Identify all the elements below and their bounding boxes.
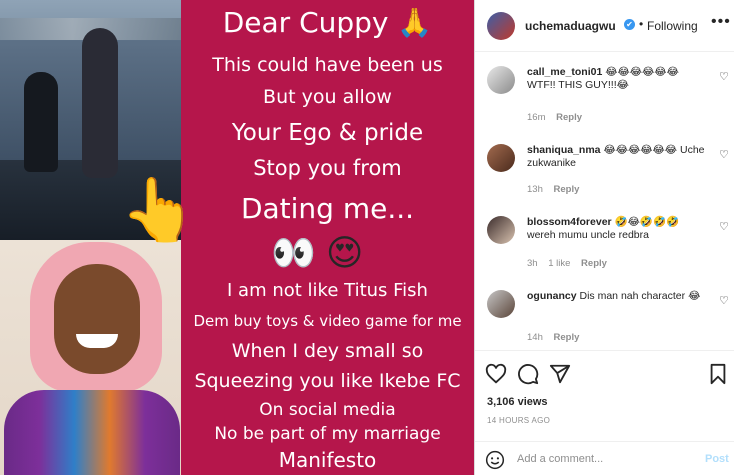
poster-line: Dem buy toys & video game for me — [193, 312, 462, 330]
like-comment-heart-icon[interactable]: ♡ — [719, 294, 729, 307]
poster-line: This could have been us — [212, 54, 443, 76]
commenter-username[interactable]: blossom4forever — [527, 216, 612, 228]
comment-time: 13h — [527, 184, 543, 195]
following-button[interactable]: Following — [647, 19, 698, 33]
photo-kneeling-man — [24, 72, 58, 172]
poster-line: When I dey small so — [231, 340, 424, 362]
commenter-avatar[interactable] — [487, 144, 515, 172]
comment-time: 16m — [527, 112, 546, 123]
comment-meta: 13h Reply — [527, 184, 587, 195]
heart-icon[interactable] — [485, 363, 507, 385]
reply-button[interactable]: Reply — [554, 184, 580, 195]
poster-line: I am not like Titus Fish — [227, 280, 428, 301]
author-avatar[interactable] — [487, 12, 515, 40]
comment-item: blossom4forever 🤣😂🤣🤣🤣 wereh mumu uncle r… — [475, 216, 734, 294]
poster-line: No be part of my marriage — [214, 424, 441, 444]
poster-line: Manifesto — [278, 448, 377, 472]
comment-time: 14h — [527, 332, 543, 343]
comment-meta: 14h Reply — [527, 332, 587, 343]
poster-line: Dating me... — [240, 192, 415, 225]
comment-meta: 3h 1 like Reply — [527, 258, 615, 269]
smiley-icon[interactable] — [485, 450, 505, 470]
comment-icon[interactable] — [517, 363, 539, 385]
post-timestamp: 14 HOURS AGO — [487, 416, 551, 425]
bookmark-icon[interactable] — [707, 363, 729, 385]
header-separator: • — [639, 17, 644, 31]
comment-item: call_me_toni01 😂😂😂😂😂😂 WTF!! THIS GUY!!!😂… — [475, 66, 734, 144]
author-username[interactable]: uchemaduagwu — [525, 19, 616, 33]
text-poster: Dear Cuppy 🙏 This could have been us But… — [181, 0, 474, 475]
poster-line: Your Ego & pride — [231, 120, 424, 146]
portrait-dress — [4, 390, 180, 475]
commenter-avatar[interactable] — [487, 216, 515, 244]
comment-item: shaniqua_nma 😂😂😂😂😂😂 Uche zukwanike 13h R… — [475, 144, 734, 222]
share-icon[interactable] — [549, 363, 571, 385]
post-side-panel: uchemaduagwu ✔ • Following ••• call_me_t… — [474, 0, 734, 475]
portrait-photo — [0, 240, 181, 475]
portrait-face — [54, 264, 140, 374]
commenter-avatar[interactable] — [487, 66, 515, 94]
comment-time: 3h — [527, 258, 538, 269]
comment-body: call_me_toni01 😂😂😂😂😂😂 WTF!! THIS GUY!!!😂 — [527, 66, 707, 92]
post-header: uchemaduagwu ✔ • Following ••• — [475, 0, 734, 52]
comment-body: shaniqua_nma 😂😂😂😂😂😂 Uche zukwanike — [527, 144, 707, 170]
like-comment-heart-icon[interactable]: ♡ — [719, 220, 729, 233]
commenter-username[interactable]: shaniqua_nma — [527, 144, 601, 156]
like-comment-heart-icon[interactable]: ♡ — [719, 148, 729, 161]
more-icon[interactable]: ••• — [711, 13, 731, 31]
like-comment-heart-icon[interactable]: ♡ — [719, 70, 729, 83]
reply-button[interactable]: Reply — [556, 112, 582, 123]
comment-body: ogunancy Dis man nah character 😂 — [527, 290, 707, 303]
commenter-avatar[interactable] — [487, 290, 515, 318]
poster-line: But you allow — [263, 86, 392, 108]
poster-line: Dear Cuppy 🙏 — [222, 6, 433, 39]
poster-line: Squeezing you like Ikebe FC — [194, 370, 461, 392]
comment-meta: 16m Reply — [527, 112, 590, 123]
eyes-heart-eyes-emoji: 👀 😍 — [271, 232, 364, 273]
post-media[interactable]: 👆 Dear Cuppy 🙏 This could have been us B… — [0, 0, 474, 475]
reply-button[interactable]: Reply — [554, 332, 580, 343]
post-action-bar — [475, 350, 734, 394]
commenter-username[interactable]: ogunancy — [527, 290, 577, 302]
reply-button[interactable]: Reply — [581, 258, 607, 269]
verified-badge-icon: ✔ — [624, 19, 635, 30]
comment-text: Dis man nah character 😂 — [579, 290, 701, 302]
poster-line: On social media — [259, 400, 396, 420]
add-comment-input[interactable] — [517, 450, 687, 468]
view-count[interactable]: 3,106 views — [487, 396, 548, 408]
commenter-username[interactable]: call_me_toni01 — [527, 66, 602, 78]
comment-likes[interactable]: 1 like — [548, 258, 570, 269]
poster-line: Stop you from — [253, 156, 402, 180]
add-comment-bar: Post — [475, 441, 734, 475]
comment-body: blossom4forever 🤣😂🤣🤣🤣 wereh mumu uncle r… — [527, 216, 707, 242]
post-comment-button[interactable]: Post — [705, 453, 729, 465]
photo-woman — [82, 28, 118, 178]
